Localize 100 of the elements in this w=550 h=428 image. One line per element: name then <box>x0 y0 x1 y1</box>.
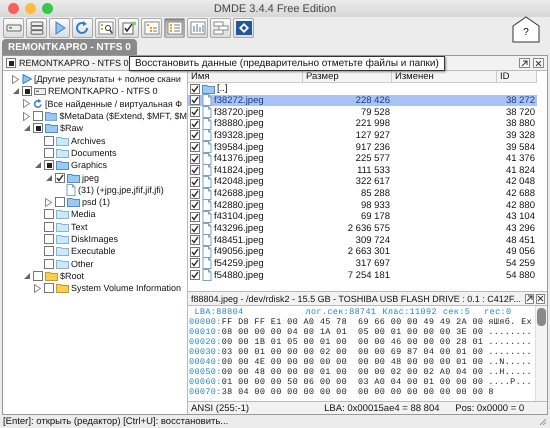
expanded-arrow-icon[interactable] <box>12 88 18 94</box>
collapsed-arrow-icon[interactable] <box>23 112 30 121</box>
checkbox[interactable] <box>44 222 54 232</box>
collapsed-arrow-icon[interactable] <box>12 74 19 84</box>
tree-item-label[interactable]: System Volume Information <box>71 283 182 294</box>
restore-button[interactable] <box>524 294 534 304</box>
tree-item-label[interactable]: [Другие результаты + полное скани <box>34 74 181 84</box>
checkbox[interactable] <box>33 270 43 281</box>
table-cell[interactable]: f41376.jpeg <box>188 152 303 164</box>
toolbar-button[interactable] <box>95 18 116 38</box>
table-cell[interactable]: f39328.jpeg <box>188 130 303 142</box>
tree-item-label[interactable]: psd (1) <box>82 197 110 208</box>
checkbox[interactable] <box>190 154 200 164</box>
checkbox[interactable] <box>190 235 200 246</box>
checkbox[interactable] <box>44 209 54 220</box>
checkbox[interactable] <box>190 95 200 106</box>
tree-item-label[interactable]: REMONTKAPRO - NTFS 0 <box>48 86 158 96</box>
checkbox[interactable] <box>190 130 200 140</box>
checkbox[interactable] <box>190 176 200 187</box>
file-name: f48451.jpeg <box>214 234 264 246</box>
expanded-arrow-icon[interactable] <box>24 272 30 279</box>
table-cell-text: 2 636 575 <box>346 222 391 234</box>
table-cell[interactable]: f43296.jpeg <box>188 222 303 234</box>
table-cell[interactable]: f48451.jpeg <box>188 234 303 246</box>
table-cell[interactable]: f39584.jpeg <box>188 141 303 153</box>
expanded-arrow-icon[interactable] <box>46 174 52 181</box>
checkbox[interactable] <box>190 212 200 222</box>
table-cell[interactable]: f38880.jpeg <box>188 118 303 130</box>
checkbox[interactable] <box>190 224 200 234</box>
checkbox[interactable] <box>190 188 200 199</box>
table-cell[interactable]: f54880.jpeg <box>188 269 303 281</box>
tree-item-label[interactable]: Other <box>71 258 94 269</box>
tree-item-label[interactable]: $MetaData ($Extend, $MFT, $M <box>59 111 187 122</box>
checkbox[interactable] <box>44 283 54 294</box>
tree-item-label[interactable]: Executable <box>71 246 116 256</box>
collapsed-arrow-icon[interactable] <box>45 198 52 207</box>
tree-item-label[interactable]: $Raw <box>60 123 84 134</box>
folder-icon <box>67 197 80 208</box>
checkbox[interactable] <box>190 165 200 176</box>
sector-info: rec:0 <box>484 307 512 317</box>
help-button[interactable]: ? <box>512 16 540 43</box>
scrollbar[interactable] <box>535 306 547 401</box>
tree-item-label[interactable]: DiskImages <box>71 234 118 244</box>
table-cell[interactable]: f41824.jpeg <box>188 164 303 176</box>
checkbox[interactable] <box>44 246 54 256</box>
table-cell[interactable]: f43104.jpeg <box>188 211 303 223</box>
checkbox[interactable] <box>55 172 65 183</box>
toolbar-button[interactable] <box>118 18 139 38</box>
checkbox[interactable] <box>44 160 54 170</box>
checkbox[interactable] <box>44 258 54 269</box>
table-cell[interactable]: f42688.jpeg <box>188 188 303 200</box>
checkbox[interactable] <box>44 136 54 146</box>
tree-item-label[interactable]: Documents <box>71 148 117 158</box>
table-cell[interactable]: f38272.jpeg <box>188 94 303 106</box>
checkbox[interactable] <box>44 234 54 244</box>
checkbox[interactable] <box>33 111 43 122</box>
restore-button[interactable] <box>519 58 530 68</box>
close-button[interactable] <box>533 58 544 68</box>
checkbox[interactable] <box>190 107 200 118</box>
checkbox[interactable] <box>190 118 200 129</box>
column-header[interactable]: Изменен <box>392 71 497 83</box>
expanded-arrow-icon[interactable] <box>34 162 40 168</box>
checkbox[interactable] <box>190 142 200 152</box>
column-header[interactable]: Имя <box>188 71 303 83</box>
table-cell[interactable]: f42880.jpeg <box>188 199 303 212</box>
play-icon <box>22 74 32 84</box>
table-cell[interactable]: f42048.jpeg <box>188 176 303 188</box>
tree-item-label[interactable]: Text <box>71 222 88 232</box>
table-cell[interactable]: f49056.jpeg <box>188 246 303 258</box>
toolbar-button[interactable] <box>233 18 254 38</box>
table-cell[interactable]: f54259.jpeg <box>188 258 303 270</box>
expanded-arrow-icon[interactable] <box>24 125 30 132</box>
file-icon <box>202 118 212 130</box>
collapsed-arrow-icon[interactable] <box>34 284 41 293</box>
checkbox[interactable] <box>55 197 65 208</box>
collapsed-arrow-icon[interactable] <box>23 99 30 108</box>
checkbox[interactable] <box>190 200 200 210</box>
table-cell[interactable]: [..] <box>188 83 303 95</box>
table-cell[interactable]: f38720.jpeg <box>188 106 303 118</box>
resize-grip-icon[interactable] <box>539 418 547 426</box>
tree-item-label[interactable]: (31) (+jpg,jpe,jfif,jif,jfi) <box>78 184 164 195</box>
checkbox[interactable] <box>22 86 32 96</box>
close-button[interactable] <box>536 294 545 304</box>
checkbox[interactable] <box>190 246 200 257</box>
checkbox[interactable] <box>44 148 54 158</box>
tree-item-label[interactable]: Media <box>71 209 96 220</box>
column-header[interactable]: Размер <box>303 71 392 83</box>
checkbox[interactable] <box>190 258 200 268</box>
checkbox[interactable] <box>33 123 43 134</box>
checkbox[interactable] <box>190 84 200 94</box>
checkbox[interactable] <box>190 270 200 280</box>
tree-item-label[interactable]: jpeg <box>82 172 100 183</box>
tree-item-label[interactable]: $Root <box>60 270 84 281</box>
file-icon <box>202 129 212 142</box>
tree-item-label[interactable]: Archives <box>71 136 106 146</box>
tree-item-label[interactable]: Graphics <box>71 160 108 170</box>
file-name: f43104.jpeg <box>214 211 264 222</box>
hex-offset: 00000: <box>189 317 222 327</box>
column-header[interactable]: ID <box>497 71 537 83</box>
tree-item-label[interactable]: [Все найденные / виртуальная Ф <box>45 98 182 109</box>
